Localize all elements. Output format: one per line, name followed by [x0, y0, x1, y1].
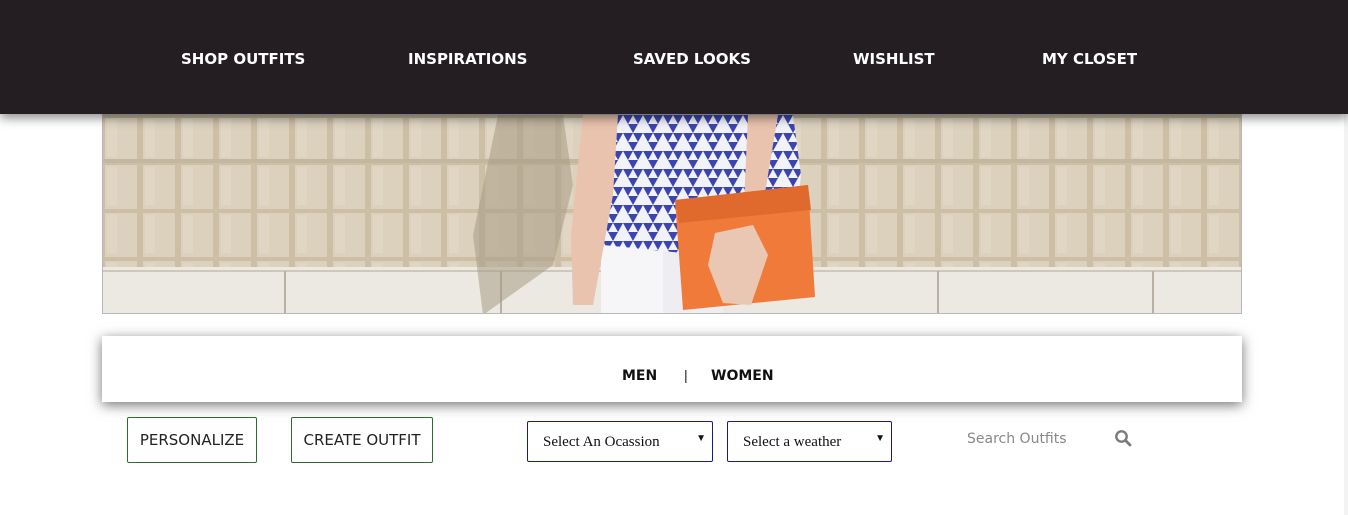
weather-select[interactable]: Select a weather ▼: [727, 421, 892, 462]
gender-switcher: MEN | WOMEN: [102, 336, 1242, 402]
nav-saved-looks[interactable]: SAVED LOOKS: [633, 50, 751, 68]
nav-shop-outfits[interactable]: SHOP OUTFITS: [181, 50, 305, 68]
chevron-down-icon: ▼: [875, 433, 885, 444]
gender-separator: |: [684, 367, 688, 383]
occasion-select[interactable]: Select An Ocassion ▼: [527, 421, 713, 462]
top-nav: SHOP OUTFITS INSPIRATIONS SAVED LOOKS WI…: [0, 0, 1348, 114]
nav-inspirations[interactable]: INSPIRATIONS: [408, 50, 527, 68]
occasion-select-value: Select An Ocassion: [543, 434, 660, 450]
chevron-down-icon: ▼: [696, 433, 706, 444]
hero-image: [102, 114, 1242, 314]
women-link[interactable]: WOMEN: [711, 368, 774, 384]
search-icon[interactable]: [1114, 429, 1132, 452]
nav-my-closet[interactable]: MY CLOSET: [1042, 50, 1137, 68]
nav-wishlist[interactable]: WISHLIST: [853, 50, 935, 68]
personalize-button[interactable]: PERSONALIZE: [127, 417, 257, 463]
search-input[interactable]: [952, 424, 1117, 454]
men-link[interactable]: MEN: [622, 368, 657, 384]
weather-select-value: Select a weather: [743, 434, 842, 450]
create-outfit-button[interactable]: CREATE OUTFIT: [291, 417, 433, 463]
